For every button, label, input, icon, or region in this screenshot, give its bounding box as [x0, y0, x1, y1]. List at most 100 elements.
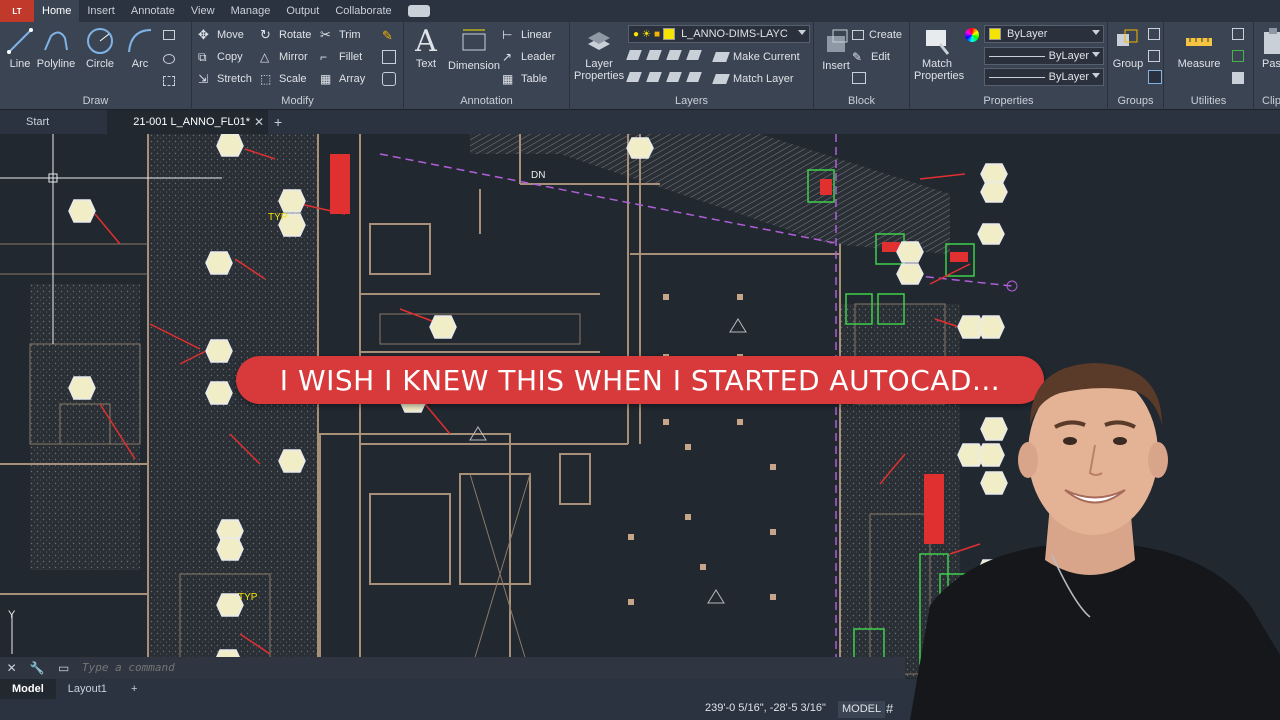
- layer-freeze-icon[interactable]: [666, 50, 682, 60]
- linetype-dropdown[interactable]: ByLayer: [984, 47, 1104, 65]
- array-button[interactable]: ▦ Array: [320, 69, 365, 89]
- hatch-icon[interactable]: [163, 54, 175, 64]
- move-button[interactable]: ✥ Move: [198, 25, 244, 45]
- layer-unlock-icon[interactable]: [666, 72, 682, 82]
- match-properties-icon: [926, 30, 950, 55]
- new-tab-button[interactable]: +: [274, 114, 282, 130]
- offset-icon[interactable]: [382, 72, 396, 86]
- tab-home[interactable]: Home: [34, 0, 80, 22]
- quick-select-icon[interactable]: [1232, 28, 1244, 40]
- tab-annotate[interactable]: Annotate: [123, 0, 183, 22]
- layer-thaw-icon[interactable]: [646, 72, 662, 82]
- match-layer-button[interactable]: Match Layer: [712, 69, 794, 89]
- clipboard-panel-title[interactable]: Clip: [1254, 95, 1280, 107]
- color-wheel-icon[interactable]: [965, 28, 979, 42]
- mirror-button[interactable]: △ Mirror: [260, 47, 308, 67]
- utilities-panel-title[interactable]: Utilities: [1164, 95, 1253, 107]
- annotation-panel-title[interactable]: Annotation: [404, 95, 569, 107]
- measure-button[interactable]: Measure: [1176, 26, 1222, 70]
- properties-panel-title[interactable]: Properties: [910, 95, 1107, 107]
- match-properties-button[interactable]: Match Properties: [914, 26, 964, 82]
- insert-block-button[interactable]: Insert: [816, 26, 856, 72]
- copy-button[interactable]: ⧉ Copy: [198, 47, 243, 67]
- group-button[interactable]: Group: [1108, 26, 1148, 70]
- start-tab[interactable]: Start: [0, 110, 67, 134]
- presenter-photo: [910, 363, 1280, 720]
- tab-output[interactable]: Output: [278, 0, 327, 22]
- group-select-icon[interactable]: [1148, 70, 1162, 84]
- arc-button[interactable]: Arc: [120, 26, 160, 70]
- application-menu-button[interactable]: LT: [0, 0, 34, 22]
- drawing-tab[interactable]: 21-001 L_ANNO_FL01* ✕: [107, 110, 269, 134]
- drawing-tab-label: 21-001 L_ANNO_FL01*: [133, 116, 251, 128]
- line-label: Line: [9, 58, 31, 70]
- text-button[interactable]: A Text: [406, 26, 446, 71]
- stretch-button[interactable]: ⇲ Stretch: [198, 69, 252, 89]
- calculator-icon[interactable]: [1232, 72, 1244, 84]
- close-icon[interactable]: ✕: [254, 110, 264, 134]
- polyline-button[interactable]: Polyline: [36, 26, 76, 70]
- color-dropdown[interactable]: ByLayer: [984, 25, 1104, 43]
- rectangle-icon[interactable]: [163, 30, 175, 40]
- mirror-label: Mirror: [279, 51, 308, 63]
- boundary-icon[interactable]: [163, 76, 175, 86]
- recent-commands-icon[interactable]: ▭: [58, 661, 69, 675]
- groups-panel-title[interactable]: Groups: [1108, 95, 1163, 107]
- match-layer-label: Match Layer: [733, 73, 794, 85]
- line-button[interactable]: Line: [0, 26, 40, 70]
- explode-icon[interactable]: [382, 50, 396, 64]
- tab-view[interactable]: View: [183, 0, 223, 22]
- dimension-button[interactable]: Dimension: [446, 26, 502, 72]
- layer-walk-icon[interactable]: [686, 72, 702, 82]
- add-layout-button[interactable]: +: [119, 679, 149, 699]
- layer-properties-button[interactable]: Layer Properties: [574, 26, 624, 82]
- line-icon: [7, 28, 33, 54]
- move-label: Move: [217, 29, 244, 41]
- erase-icon[interactable]: ✎: [382, 28, 396, 43]
- wrench-icon[interactable]: 🔧: [30, 661, 45, 675]
- command-input[interactable]: [76, 657, 905, 679]
- tab-manage[interactable]: Manage: [223, 0, 279, 22]
- edit-block-button[interactable]: ✎ Edit: [852, 47, 890, 67]
- layer-off-icon[interactable]: [626, 50, 642, 60]
- layer-dropdown[interactable]: ● ☀ ■ L_ANNO-DIMS-LAYC: [628, 25, 810, 43]
- linear-dimension-button[interactable]: ⊢ Linear: [502, 25, 552, 45]
- create-block-button[interactable]: Create: [852, 25, 902, 45]
- scale-button[interactable]: ⬚ Scale: [260, 69, 307, 89]
- layer-isolate-icon[interactable]: [646, 50, 662, 60]
- modify-panel-title[interactable]: Modify: [192, 95, 403, 107]
- tab-model[interactable]: Model: [0, 679, 56, 699]
- make-current-button[interactable]: Make Current: [712, 47, 800, 67]
- block-panel-title[interactable]: Block: [814, 95, 909, 107]
- layer-state-icons-row-2: [626, 72, 708, 86]
- tab-collaborate[interactable]: Collaborate: [327, 0, 399, 22]
- fillet-button[interactable]: ⌐ Fillet: [320, 47, 362, 67]
- close-icon[interactable]: ✕: [7, 661, 17, 675]
- lineweight-dropdown[interactable]: ByLayer: [984, 68, 1104, 86]
- tab-insert[interactable]: Insert: [79, 0, 123, 22]
- properties-panel: Match Properties ByLayer ByLayer ByLayer…: [910, 22, 1108, 110]
- ribbon-options-icon[interactable]: [407, 5, 430, 17]
- layer-unisolate-icon[interactable]: [626, 72, 642, 82]
- paste-label: Past: [1261, 58, 1280, 70]
- layer-lock-icon[interactable]: [686, 50, 702, 60]
- trim-button[interactable]: ✂ Trim: [320, 25, 361, 45]
- model-space-toggle[interactable]: MODEL: [838, 701, 886, 718]
- leader-button[interactable]: ↗ Leader: [502, 47, 555, 67]
- ungroup-icon[interactable]: [1148, 28, 1160, 40]
- grid-icon[interactable]: #: [886, 701, 893, 716]
- match-layer-icon: [712, 74, 730, 84]
- command-line-tools: ✕ 🔧 ▭: [0, 657, 76, 679]
- paste-button[interactable]: Past: [1258, 26, 1280, 70]
- tab-layout1[interactable]: Layout1: [56, 679, 119, 699]
- draw-panel-title[interactable]: Draw: [0, 95, 191, 107]
- block-attribute-icon[interactable]: [852, 72, 866, 84]
- select-all-icon[interactable]: [1232, 50, 1244, 62]
- group-edit-icon[interactable]: [1148, 50, 1160, 62]
- circle-button[interactable]: Circle: [80, 26, 120, 70]
- rotate-button[interactable]: ↻ Rotate: [260, 25, 311, 45]
- draw-panel: Line Polyline Circle Arc Draw: [0, 22, 192, 110]
- trim-icon: ✂: [320, 27, 331, 42]
- table-button[interactable]: ▦ Table: [502, 69, 547, 89]
- layers-panel-title[interactable]: Layers: [570, 95, 813, 107]
